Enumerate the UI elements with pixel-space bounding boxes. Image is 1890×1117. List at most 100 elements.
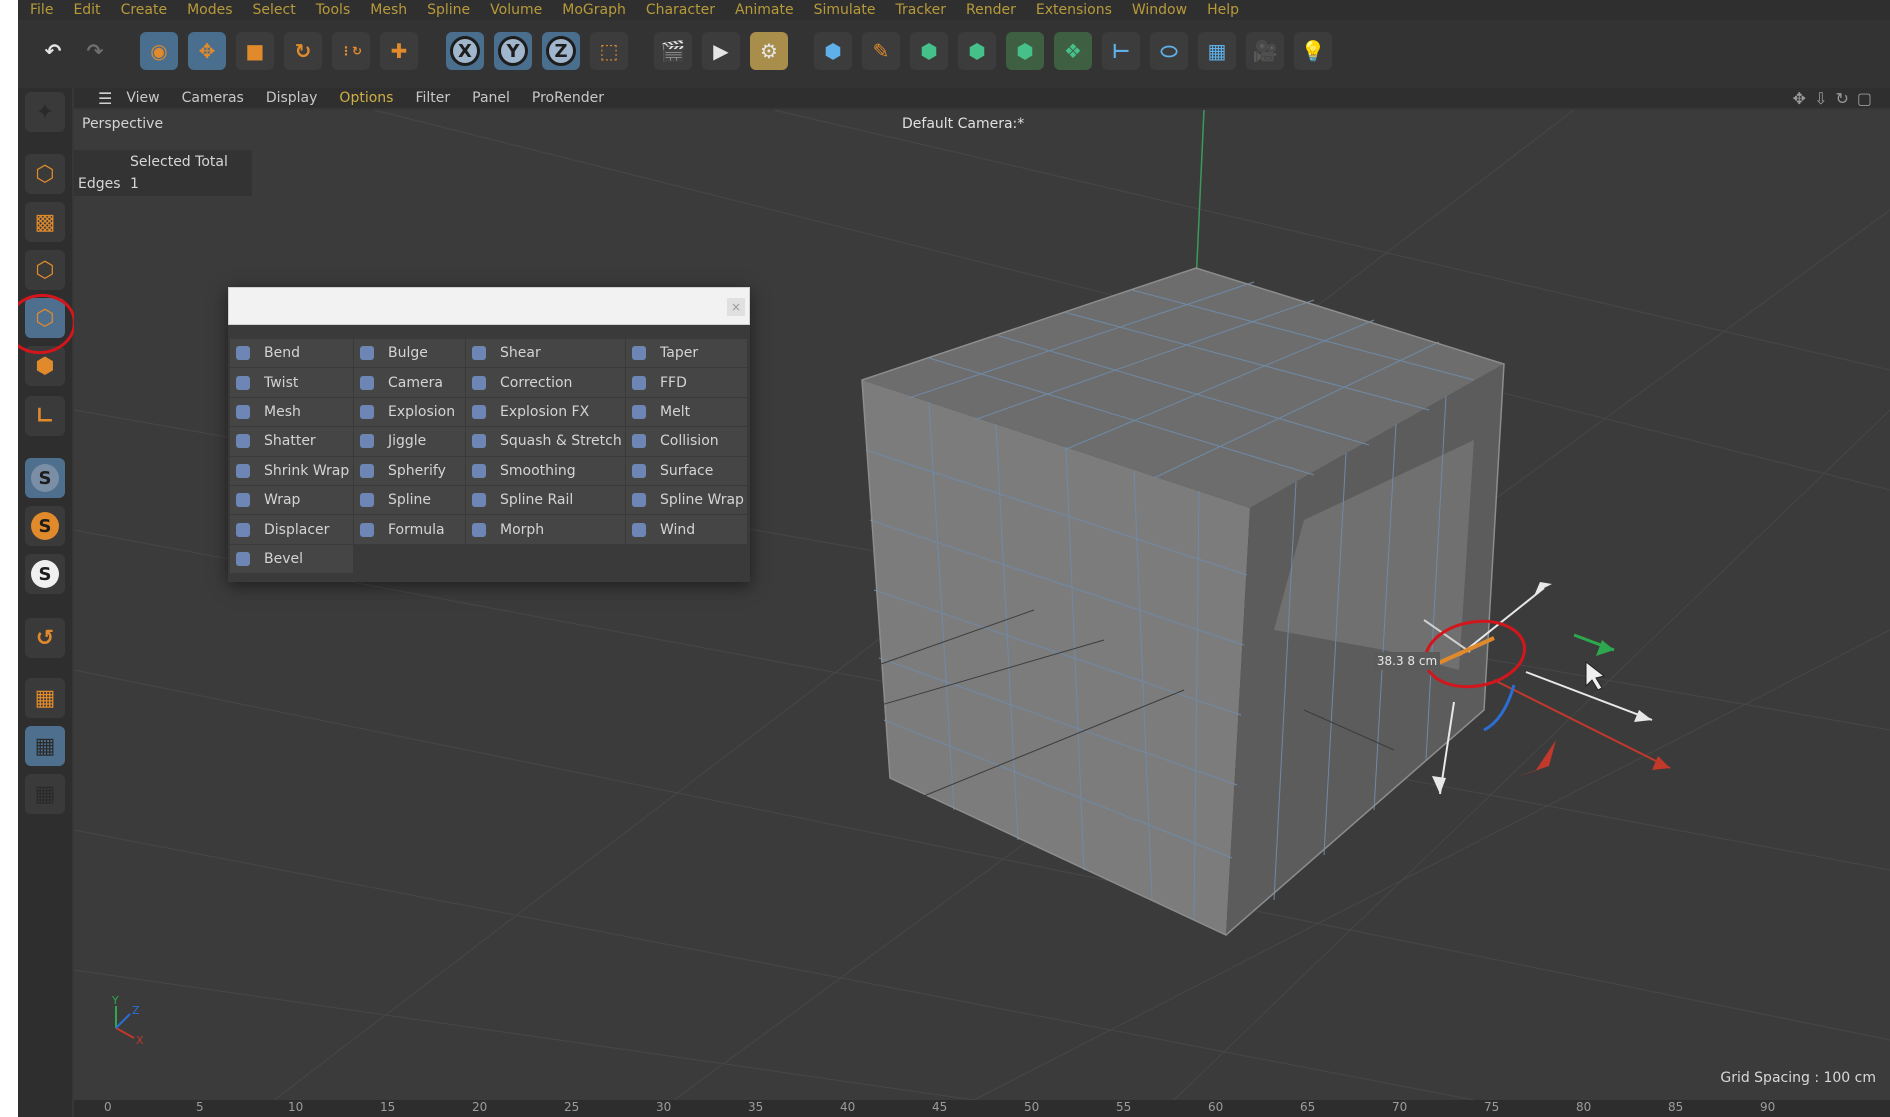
texture-mode-button[interactable]: ▩ <box>25 202 65 242</box>
menu-edit[interactable]: Edit <box>61 2 108 18</box>
psr-tool-button[interactable]: ⋮↻ <box>332 32 370 70</box>
viewport-menu-cameras[interactable]: Cameras <box>182 90 244 106</box>
redo-button[interactable]: ↷ <box>76 32 114 70</box>
deformer-item-spline-rail[interactable]: Spline Rail <box>466 485 625 515</box>
tweak-mode-button[interactable]: ↺ <box>25 618 65 658</box>
undo-button[interactable]: ↶ <box>34 32 72 70</box>
move-tool-button[interactable]: ✥ <box>188 32 226 70</box>
enable-axis-button[interactable]: ∟ <box>25 396 65 436</box>
subdivision-surface-button[interactable]: ⬢ <box>910 32 948 70</box>
x-axis-lock-button[interactable]: X <box>446 32 484 70</box>
render-settings-button[interactable]: ⚙ <box>750 32 788 70</box>
menu-file[interactable]: File <box>18 2 61 18</box>
deformer-item-camera[interactable]: Camera <box>354 368 465 397</box>
quantize-button[interactable]: S <box>25 554 65 594</box>
deformer-item-bulge[interactable]: Bulge <box>354 339 465 368</box>
deformer-item-spline[interactable]: Spline <box>354 485 465 515</box>
rotate-tool-button[interactable]: ↻ <box>284 32 322 70</box>
search-clear-icon[interactable]: × <box>727 298 745 316</box>
menu-mograph[interactable]: MoGraph <box>550 2 634 18</box>
deformer-search-input[interactable] <box>237 294 721 320</box>
viewport-nav-icons[interactable]: ✥⇩↻▢ <box>1793 89 1890 108</box>
locked-workplane-button[interactable]: ▦ <box>25 726 65 766</box>
camera-button[interactable]: 🎥 <box>1246 32 1284 70</box>
deformer-item-explosion[interactable]: Explosion <box>354 397 465 427</box>
coordinate-system-button[interactable]: ⬚ <box>590 32 628 70</box>
deformer-item-surface[interactable]: Surface <box>626 456 747 485</box>
menu-animate[interactable]: Animate <box>723 2 802 18</box>
hamburger-menu-icon[interactable]: ☰ <box>98 89 112 108</box>
environment-button[interactable]: ⬭ <box>1150 32 1188 70</box>
deformer-item-spline-wrap[interactable]: Spline Wrap <box>626 485 747 515</box>
workplane-button[interactable]: ▦ <box>25 678 65 718</box>
deformer-item-twist[interactable]: Twist <box>230 368 353 397</box>
deformer-item-taper[interactable]: Taper <box>626 339 747 368</box>
deformer-item-wrap[interactable]: Wrap <box>230 485 353 515</box>
viewport-menu-panel[interactable]: Panel <box>472 90 510 106</box>
menu-tools[interactable]: Tools <box>304 2 359 18</box>
deformer-item-bend[interactable]: Bend <box>230 339 353 368</box>
model-mode-button[interactable]: ⬡ <box>25 154 65 194</box>
floor-button[interactable]: ▦ <box>1198 32 1236 70</box>
deformer-item-morph[interactable]: Morph <box>466 515 625 544</box>
deformer-item-correction[interactable]: Correction <box>466 368 625 397</box>
deformer-item-explosion-fx[interactable]: Explosion FX <box>466 397 625 427</box>
deformer-item-wind[interactable]: Wind <box>626 515 747 544</box>
menu-select[interactable]: Select <box>241 2 304 18</box>
render-view-button[interactable]: 🎬 <box>654 32 692 70</box>
make-editable-button[interactable]: ✦ <box>25 92 65 132</box>
viewport-menu-view[interactable]: View <box>126 90 159 106</box>
menu-tracker[interactable]: Tracker <box>883 2 954 18</box>
points-mode-button[interactable]: ⬡ <box>25 250 65 290</box>
deformer-bend-button[interactable]: ⊢ <box>1102 32 1140 70</box>
cube-object-button[interactable]: ⬢ <box>814 32 852 70</box>
deformer-item-melt[interactable]: Melt <box>626 397 747 427</box>
add-tool-button[interactable]: ✚ <box>380 32 418 70</box>
deformer-item-formula[interactable]: Formula <box>354 515 465 544</box>
menu-simulate[interactable]: Simulate <box>802 2 884 18</box>
menu-mesh[interactable]: Mesh <box>358 2 415 18</box>
light-button[interactable]: 💡 <box>1294 32 1332 70</box>
deformer-item-ffd[interactable]: FFD <box>626 368 747 397</box>
menu-volume[interactable]: Volume <box>478 2 550 18</box>
timeline-tick: 10 <box>288 1100 304 1114</box>
viewport-menu-filter[interactable]: Filter <box>415 90 450 106</box>
menu-spline[interactable]: Spline <box>415 2 478 18</box>
default-camera-label[interactable]: Default Camera:* <box>902 116 1024 132</box>
pen-spline-button[interactable]: ✎ <box>862 32 900 70</box>
deformer-item-mesh[interactable]: Mesh <box>230 397 353 427</box>
viewport-menu-options[interactable]: Options <box>339 90 393 106</box>
menu-render[interactable]: Render <box>954 2 1024 18</box>
snapping-button[interactable]: S <box>25 458 65 498</box>
fracture-button[interactable]: ❖ <box>1054 32 1092 70</box>
menu-character[interactable]: Character <box>634 2 723 18</box>
deformer-item-bevel[interactable]: Bevel <box>230 544 353 574</box>
deformer-item-displacer[interactable]: Displacer <box>230 515 353 544</box>
viewport-menu-prorender[interactable]: ProRender <box>532 90 604 106</box>
menu-window[interactable]: Window <box>1120 2 1195 18</box>
menu-modes[interactable]: Modes <box>175 2 240 18</box>
3d-viewport[interactable]: Y X Z Perspective Default Camera:* Selec… <box>74 110 1890 1100</box>
deformer-item-shear[interactable]: Shear <box>466 339 625 368</box>
deformer-item-squash-stretch[interactable]: Squash & Stretch <box>466 427 625 456</box>
deformer-item-jiggle[interactable]: Jiggle <box>354 427 465 456</box>
planar-workplane-button[interactable]: ▦ <box>25 774 65 814</box>
array-button[interactable]: ⬢ <box>958 32 996 70</box>
menu-create[interactable]: Create <box>109 2 176 18</box>
scale-tool-button[interactable]: ■ <box>236 32 274 70</box>
select-tool-button[interactable]: ◉ <box>140 32 178 70</box>
deformer-item-shatter[interactable]: Shatter <box>230 427 353 456</box>
mograph-cloner-button[interactable]: ⬢ <box>1006 32 1044 70</box>
render-picture-viewer-button[interactable]: ▶ <box>702 32 740 70</box>
deformer-item-spherify[interactable]: Spherify <box>354 456 465 485</box>
viewport-menu-display[interactable]: Display <box>266 90 318 106</box>
y-axis-lock-button[interactable]: Y <box>494 32 532 70</box>
z-axis-lock-button[interactable]: Z <box>542 32 580 70</box>
menu-help[interactable]: Help <box>1195 2 1247 18</box>
deformer-item-collision[interactable]: Collision <box>626 427 747 456</box>
snap-settings-button[interactable]: S <box>25 506 65 546</box>
timeline-ruler[interactable]: 0 5 10 15 20 25 30 35 40 45 50 55 60 65 … <box>74 1100 1890 1117</box>
deformer-item-shrink-wrap[interactable]: Shrink Wrap <box>230 456 353 485</box>
deformer-item-smoothing[interactable]: Smoothing <box>466 456 625 485</box>
menu-extensions[interactable]: Extensions <box>1024 2 1120 18</box>
